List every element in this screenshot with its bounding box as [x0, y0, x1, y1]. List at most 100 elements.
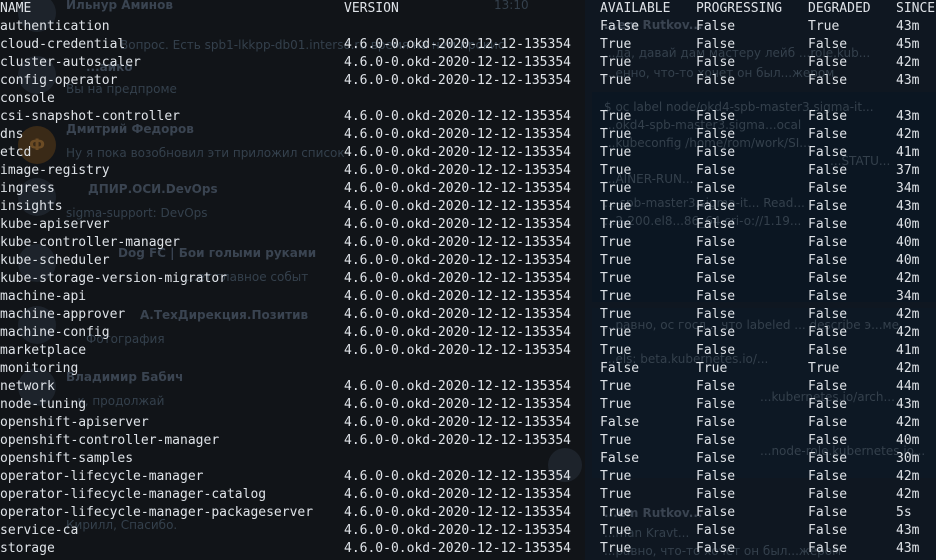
header-degraded: DEGRADED: [808, 1, 871, 16]
cell-progressing: False: [696, 199, 736, 214]
cell-progressing: False: [696, 145, 736, 160]
cell-name: openshift-controller-manager: [0, 433, 220, 448]
cell-degraded: False: [808, 343, 848, 358]
cell-available: True: [600, 217, 632, 232]
cell-name: config-operator: [0, 73, 118, 88]
cell-progressing: False: [696, 181, 736, 196]
cell-since: 43m: [896, 397, 920, 412]
cell-available: True: [600, 235, 632, 250]
cell-available: True: [600, 109, 632, 124]
cell-version: 4.6.0-0.okd-2020-12-12-135354: [344, 325, 571, 340]
cell-version: 4.6.0-0.okd-2020-12-12-135354: [344, 271, 571, 286]
cell-progressing: False: [696, 397, 736, 412]
cell-available: True: [600, 145, 632, 160]
cell-progressing: False: [696, 253, 736, 268]
cell-available: True: [600, 541, 632, 556]
cell-version: 4.6.0-0.okd-2020-12-12-135354: [344, 433, 571, 448]
cell-degraded: False: [808, 487, 848, 502]
cell-progressing: False: [696, 235, 736, 250]
cell-degraded: False: [808, 307, 848, 322]
cell-since: 34m: [896, 181, 920, 196]
table-row: ingress 4.6.0-0.okd-2020-12-12-135354 True…: [0, 180, 936, 198]
cell-version: 4.6.0-0.okd-2020-12-12-135354: [344, 487, 571, 502]
cell-version: 4.6.0-0.okd-2020-12-12-135354: [344, 415, 571, 430]
cell-since: 43m: [896, 19, 920, 34]
table-row: storage 4.6.0-0.okd-2020-12-12-135354 True…: [0, 540, 936, 558]
cell-degraded: False: [808, 433, 848, 448]
terminal-output[interactable]: NAME VERSION AVAILABLE PROGRESSING DEGRA…: [0, 0, 936, 560]
table-row: kube-scheduler 4.6.0-0.okd-2020-12-12-135…: [0, 252, 936, 270]
cell-since: 40m: [896, 235, 920, 250]
cell-name: csi-snapshot-controller: [0, 109, 181, 124]
cell-since: 42m: [896, 271, 920, 286]
cell-name: dns: [0, 127, 24, 142]
cell-degraded: False: [808, 163, 848, 178]
cell-name: ingress: [0, 181, 55, 196]
cell-progressing: False: [696, 217, 736, 232]
cell-name: network: [0, 379, 55, 394]
cell-version: 4.6.0-0.okd-2020-12-12-135354: [344, 379, 571, 394]
cell-since: 41m: [896, 145, 920, 160]
cell-name: monitoring: [0, 361, 79, 376]
cell-degraded: False: [808, 73, 848, 88]
cell-version: 4.6.0-0.okd-2020-12-12-135354: [344, 55, 571, 70]
cell-name: kube-scheduler: [0, 253, 110, 268]
cell-progressing: False: [696, 469, 736, 484]
cell-version: 4.6.0-0.okd-2020-12-12-135354: [344, 343, 571, 358]
cell-since: 42m: [896, 307, 920, 322]
cell-version: 4.6.0-0.okd-2020-12-12-135354: [344, 289, 571, 304]
table-row: csi-snapshot-controller 4.6.0-0.okd-2020-…: [0, 108, 936, 126]
cell-degraded: False: [808, 253, 848, 268]
cell-name: kube-apiserver: [0, 217, 110, 232]
table-row: openshift-apiserver 4.6.0-0.okd-2020-12-1…: [0, 414, 936, 432]
header-available: AVAILABLE: [600, 1, 671, 16]
cell-progressing: False: [696, 523, 736, 538]
cell-version: 4.6.0-0.okd-2020-12-12-135354: [344, 253, 571, 268]
cell-available: True: [600, 307, 632, 322]
table-row: kube-storage-version-migrator 4.6.0-0.okd…: [0, 270, 936, 288]
cell-name: operator-lifecycle-manager-catalog: [0, 487, 267, 502]
cell-progressing: False: [696, 487, 736, 502]
cell-available: True: [600, 181, 632, 196]
cell-name: machine-approver: [0, 307, 126, 322]
cell-name: node-tuning: [0, 397, 87, 412]
cell-available: False: [600, 19, 640, 34]
cell-since: 43m: [896, 199, 920, 214]
cell-version: 4.6.0-0.okd-2020-12-12-135354: [344, 217, 571, 232]
cell-available: False: [600, 361, 640, 376]
cell-since: 41m: [896, 343, 920, 358]
table-row: config-operator 4.6.0-0.okd-2020-12-12-13…: [0, 72, 936, 90]
table-row: openshift-samples False False False 30m: [0, 450, 936, 468]
cell-progressing: False: [696, 19, 736, 34]
cell-degraded: False: [808, 505, 848, 520]
cell-version: 4.6.0-0.okd-2020-12-12-135354: [344, 523, 571, 538]
cell-degraded: False: [808, 289, 848, 304]
cell-available: True: [600, 271, 632, 286]
table-row: kube-apiserver 4.6.0-0.okd-2020-12-12-135…: [0, 216, 936, 234]
cell-available: True: [600, 379, 632, 394]
cell-since: 42m: [896, 55, 920, 70]
table-row: cloud-credential 4.6.0-0.okd-2020-12-12-1…: [0, 36, 936, 54]
cell-progressing: False: [696, 505, 736, 520]
cell-progressing: False: [696, 325, 736, 340]
cell-degraded: False: [808, 181, 848, 196]
cell-name: image-registry: [0, 163, 110, 178]
cell-degraded: False: [808, 37, 848, 52]
table-row: operator-lifecycle-manager 4.6.0-0.okd-20…: [0, 468, 936, 486]
cell-since: 30m: [896, 451, 920, 466]
cell-progressing: False: [696, 307, 736, 322]
cell-progressing: False: [696, 37, 736, 52]
cell-degraded: False: [808, 235, 848, 250]
cell-since: 43m: [896, 541, 920, 556]
cell-degraded: False: [808, 379, 848, 394]
table-row: operator-lifecycle-manager-packageserver…: [0, 504, 936, 522]
cell-since: 40m: [896, 253, 920, 268]
cell-version: 4.6.0-0.okd-2020-12-12-135354: [344, 163, 571, 178]
cell-degraded: False: [808, 541, 848, 556]
cell-degraded: False: [808, 145, 848, 160]
cell-progressing: False: [696, 541, 736, 556]
cell-name: machine-config: [0, 325, 110, 340]
cell-available: False: [600, 451, 640, 466]
cell-name: insights: [0, 199, 63, 214]
cell-degraded: True: [808, 361, 840, 376]
